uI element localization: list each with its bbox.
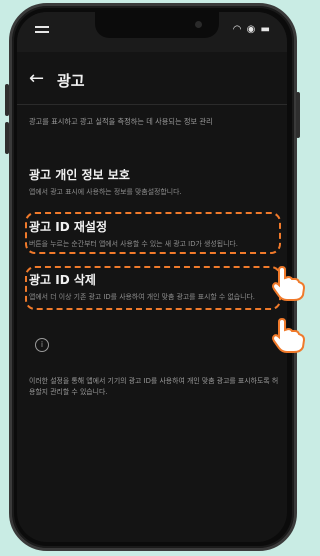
page-description: 광고를 표시하고 광고 실적을 측정하는 데 사용되는 정보 관리: [29, 117, 213, 126]
setting-ad-privacy[interactable]: 광고 개인 정보 보호 앱에서 광고 표시에 사용하는 정보를 맞춤설정합니다.: [29, 166, 281, 198]
camera-icon: [195, 21, 202, 28]
tap-hand-icon: [272, 265, 306, 301]
status-icons: ◠ ◉ ▬: [233, 24, 271, 35]
side-button: [296, 92, 300, 138]
notch: [95, 12, 219, 38]
side-button: [5, 84, 9, 116]
info-note: 이러한 설정을 통해 앱에서 기기의 광고 ID를 사용하여 개인 맞춤 광고를…: [29, 377, 279, 397]
battery-icon: ▬: [260, 24, 271, 35]
back-icon[interactable]: ←: [29, 68, 44, 89]
info-icon: i: [35, 338, 49, 352]
highlight-outline: [25, 266, 281, 310]
wifi-icon: ◠: [232, 24, 243, 35]
dnd-icon: ◉: [246, 24, 257, 35]
highlight-outline: [25, 212, 281, 254]
tap-hand-icon: [272, 317, 306, 353]
app-bar: ← 광고: [17, 64, 287, 94]
phone-screen: ◠ ◉ ▬ ← 광고 광고를 표시하고 광고 실적을 측정하는 데 사용되는 정…: [17, 12, 287, 542]
status-bar: ◠ ◉ ▬: [17, 12, 287, 52]
setting-subtitle: 앱에서 광고 표시에 사용하는 정보를 맞춤설정합니다.: [29, 188, 182, 196]
page-title: 광고: [57, 72, 85, 90]
setting-title: 광고 개인 정보 보호: [29, 168, 130, 182]
menu-icon: [35, 26, 49, 36]
side-button: [5, 122, 9, 154]
divider: [17, 104, 287, 105]
